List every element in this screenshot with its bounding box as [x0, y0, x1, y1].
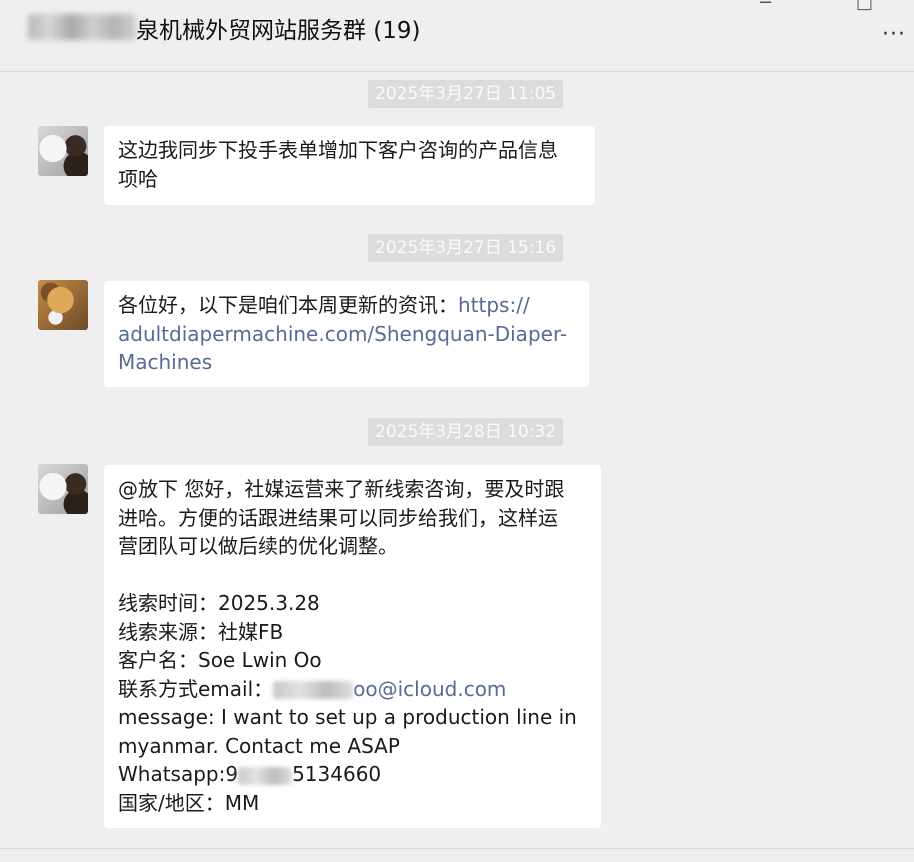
whatsapp-number: Whatsapp:9 5134660	[118, 760, 587, 789]
chat-title[interactable]: 泉机械外贸网站服务群 (19)	[136, 11, 421, 45]
article-link[interactable]: adultdiapermachine.com/Shengquan-Diaper-	[118, 320, 575, 349]
message-text-line: @放下 您好，社媒运营来了新线索咨询，要及时跟	[118, 477, 565, 501]
sender-avatar[interactable]	[38, 126, 88, 176]
lead-time: 线索时间：2025.3.28	[118, 591, 320, 615]
message-text-line: 进哈。方便的话跟进结果可以同步给我们，这样运	[118, 505, 558, 530]
message-bubble[interactable]: @放下 您好，社媒运营来了新线索咨询，要及时跟 进哈。方便的话跟进结果可以同步给…	[104, 465, 601, 828]
chat-header: 泉机械外贸网站服务群 (19) − □ ···	[0, 0, 914, 72]
message-text-line: 营团队可以做后续的优化调整。	[118, 534, 398, 558]
email-label: 联系方式email：	[118, 676, 274, 701]
maximize-icon[interactable]: □	[856, 0, 873, 13]
sender-avatar[interactable]	[38, 464, 88, 514]
sender-avatar[interactable]	[38, 280, 88, 330]
customer-message: message: I want to set up a production l…	[118, 705, 577, 729]
article-link[interactable]: https://	[458, 293, 530, 317]
message-text-line: 这边我同步下投手表单增加下客户咨询的产品信息	[118, 138, 558, 162]
message-text-line: 各位好，以下是咱们本周更新的资讯：https://	[118, 291, 575, 320]
customer-name: 客户名：Soe Lwin Oo	[118, 648, 322, 672]
message-bubble[interactable]: 各位好，以下是咱们本周更新的资讯：https:// adultdiapermac…	[104, 281, 589, 387]
more-dots-icon[interactable]: ···	[882, 22, 906, 47]
redacted-group-name-prefix	[28, 14, 136, 40]
message-bubble[interactable]: 这边我同步下投手表单增加下客户咨询的产品信息 项哈	[104, 126, 595, 205]
message-timestamp: 2025年3月27日 15:16	[368, 234, 564, 262]
message-text-line: 项哈	[118, 166, 158, 191]
contact-email: 联系方式email： oo@icloud.com	[118, 675, 587, 704]
minimize-icon[interactable]: −	[758, 0, 773, 13]
country-region: 国家/地区：MM	[118, 790, 260, 815]
whatsapp-visible-digits: 5134660	[292, 762, 382, 786]
whatsapp-label: Whatsapp:9	[118, 762, 239, 786]
redacted-email-prefix	[273, 681, 354, 699]
message-timestamp: 2025年3月27日 11:05	[368, 80, 564, 108]
input-area-edge	[0, 848, 914, 862]
message-timestamp: 2025年3月28日 10:32	[368, 418, 564, 446]
lead-source: 线索来源：社媒FB	[118, 619, 284, 644]
email-link[interactable]: oo@icloud.com	[353, 677, 506, 701]
customer-message: myanmar. Contact me ASAP	[118, 733, 400, 758]
article-link[interactable]: Machines	[118, 348, 575, 377]
redacted-phone-digits	[238, 766, 293, 785]
message-text: 各位好，以下是咱们本周更新的资讯：	[118, 293, 458, 317]
